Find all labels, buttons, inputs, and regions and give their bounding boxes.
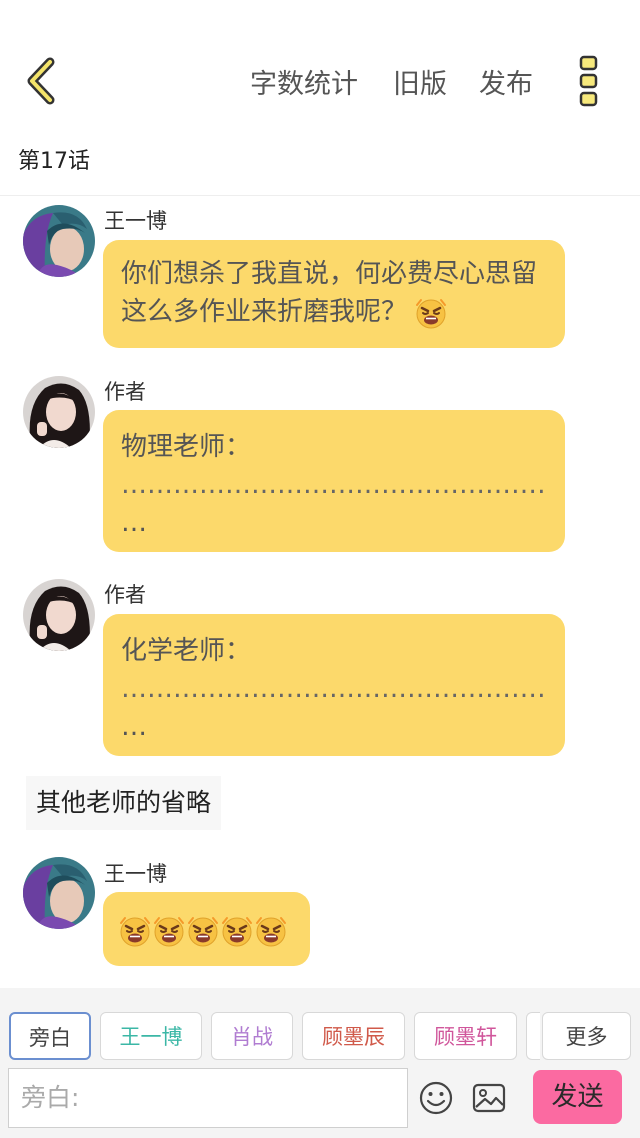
role-chip-narration[interactable]: 旁白: [9, 1012, 91, 1060]
angry-face-emoji-icon: [187, 916, 219, 947]
angry-face-emoji-icon: [221, 916, 253, 947]
role-chip-partial[interactable]: [526, 1012, 540, 1060]
angry-face-emoji-icon: [153, 916, 185, 947]
message-bubble[interactable]: 你们想杀了我直说，何必费尽心思留这么多作业来折磨我呢？: [103, 240, 565, 348]
word-count-button[interactable]: 字数统计: [250, 62, 358, 101]
emoji-picker-icon[interactable]: [418, 1080, 454, 1116]
divider: [0, 195, 640, 196]
angry-face-emoji-icon: [119, 916, 151, 947]
angry-face-emoji-icon: [255, 916, 287, 947]
top-bar: 字数统计 旧版 发布: [0, 0, 640, 140]
message-bubble[interactable]: 化学老师： ……………………………………………… …: [103, 614, 565, 756]
message-text: 你们想杀了我直说，何必费尽心思留这么多作业来折磨我呢？: [121, 259, 538, 327]
message-ellipsis: ………………………………………………: [121, 674, 547, 704]
message-text: 物理老师：: [121, 432, 252, 462]
more-roles-button[interactable]: 更多: [542, 1012, 631, 1060]
avatar-wang-yibo[interactable]: [23, 205, 95, 277]
sender-name: 王一博: [104, 862, 167, 886]
sender-name: 王一博: [104, 209, 167, 233]
message-ellipsis: ………………………………………………: [121, 470, 547, 500]
avatar-author[interactable]: [23, 376, 95, 448]
sender-name: 作者: [104, 583, 146, 607]
message-bubble[interactable]: [103, 892, 310, 966]
narration-text[interactable]: 其他老师的省略: [26, 776, 222, 830]
back-chevron-icon[interactable]: [22, 56, 62, 106]
old-version-button[interactable]: 旧版: [393, 62, 447, 101]
image-picker-icon[interactable]: [471, 1080, 507, 1116]
role-chip-xiao-zhan[interactable]: 肖战: [211, 1012, 293, 1060]
publish-button[interactable]: 发布: [479, 62, 533, 101]
angry-face-emoji-icon: [416, 298, 447, 329]
message-ellipsis-end: …: [121, 712, 147, 742]
message-text: 化学老师：: [121, 636, 252, 666]
chapter-title: 第17话: [18, 149, 90, 174]
sender-name: 作者: [104, 380, 146, 404]
role-chip-gu-mochen[interactable]: 顾墨辰: [302, 1012, 405, 1060]
more-options-icon[interactable]: [578, 55, 600, 107]
avatar-wang-yibo[interactable]: [23, 857, 95, 929]
message-bubble[interactable]: 物理老师： ……………………………………………… …: [103, 410, 565, 552]
message-input[interactable]: 旁白:: [8, 1068, 408, 1128]
role-chip-gu-moxuan[interactable]: 顾墨轩: [414, 1012, 517, 1060]
role-chip-wang-yibo[interactable]: 王一博: [100, 1012, 202, 1060]
avatar-author[interactable]: [23, 579, 95, 651]
message-ellipsis-end: …: [121, 508, 147, 538]
send-button[interactable]: 发送: [533, 1070, 622, 1124]
